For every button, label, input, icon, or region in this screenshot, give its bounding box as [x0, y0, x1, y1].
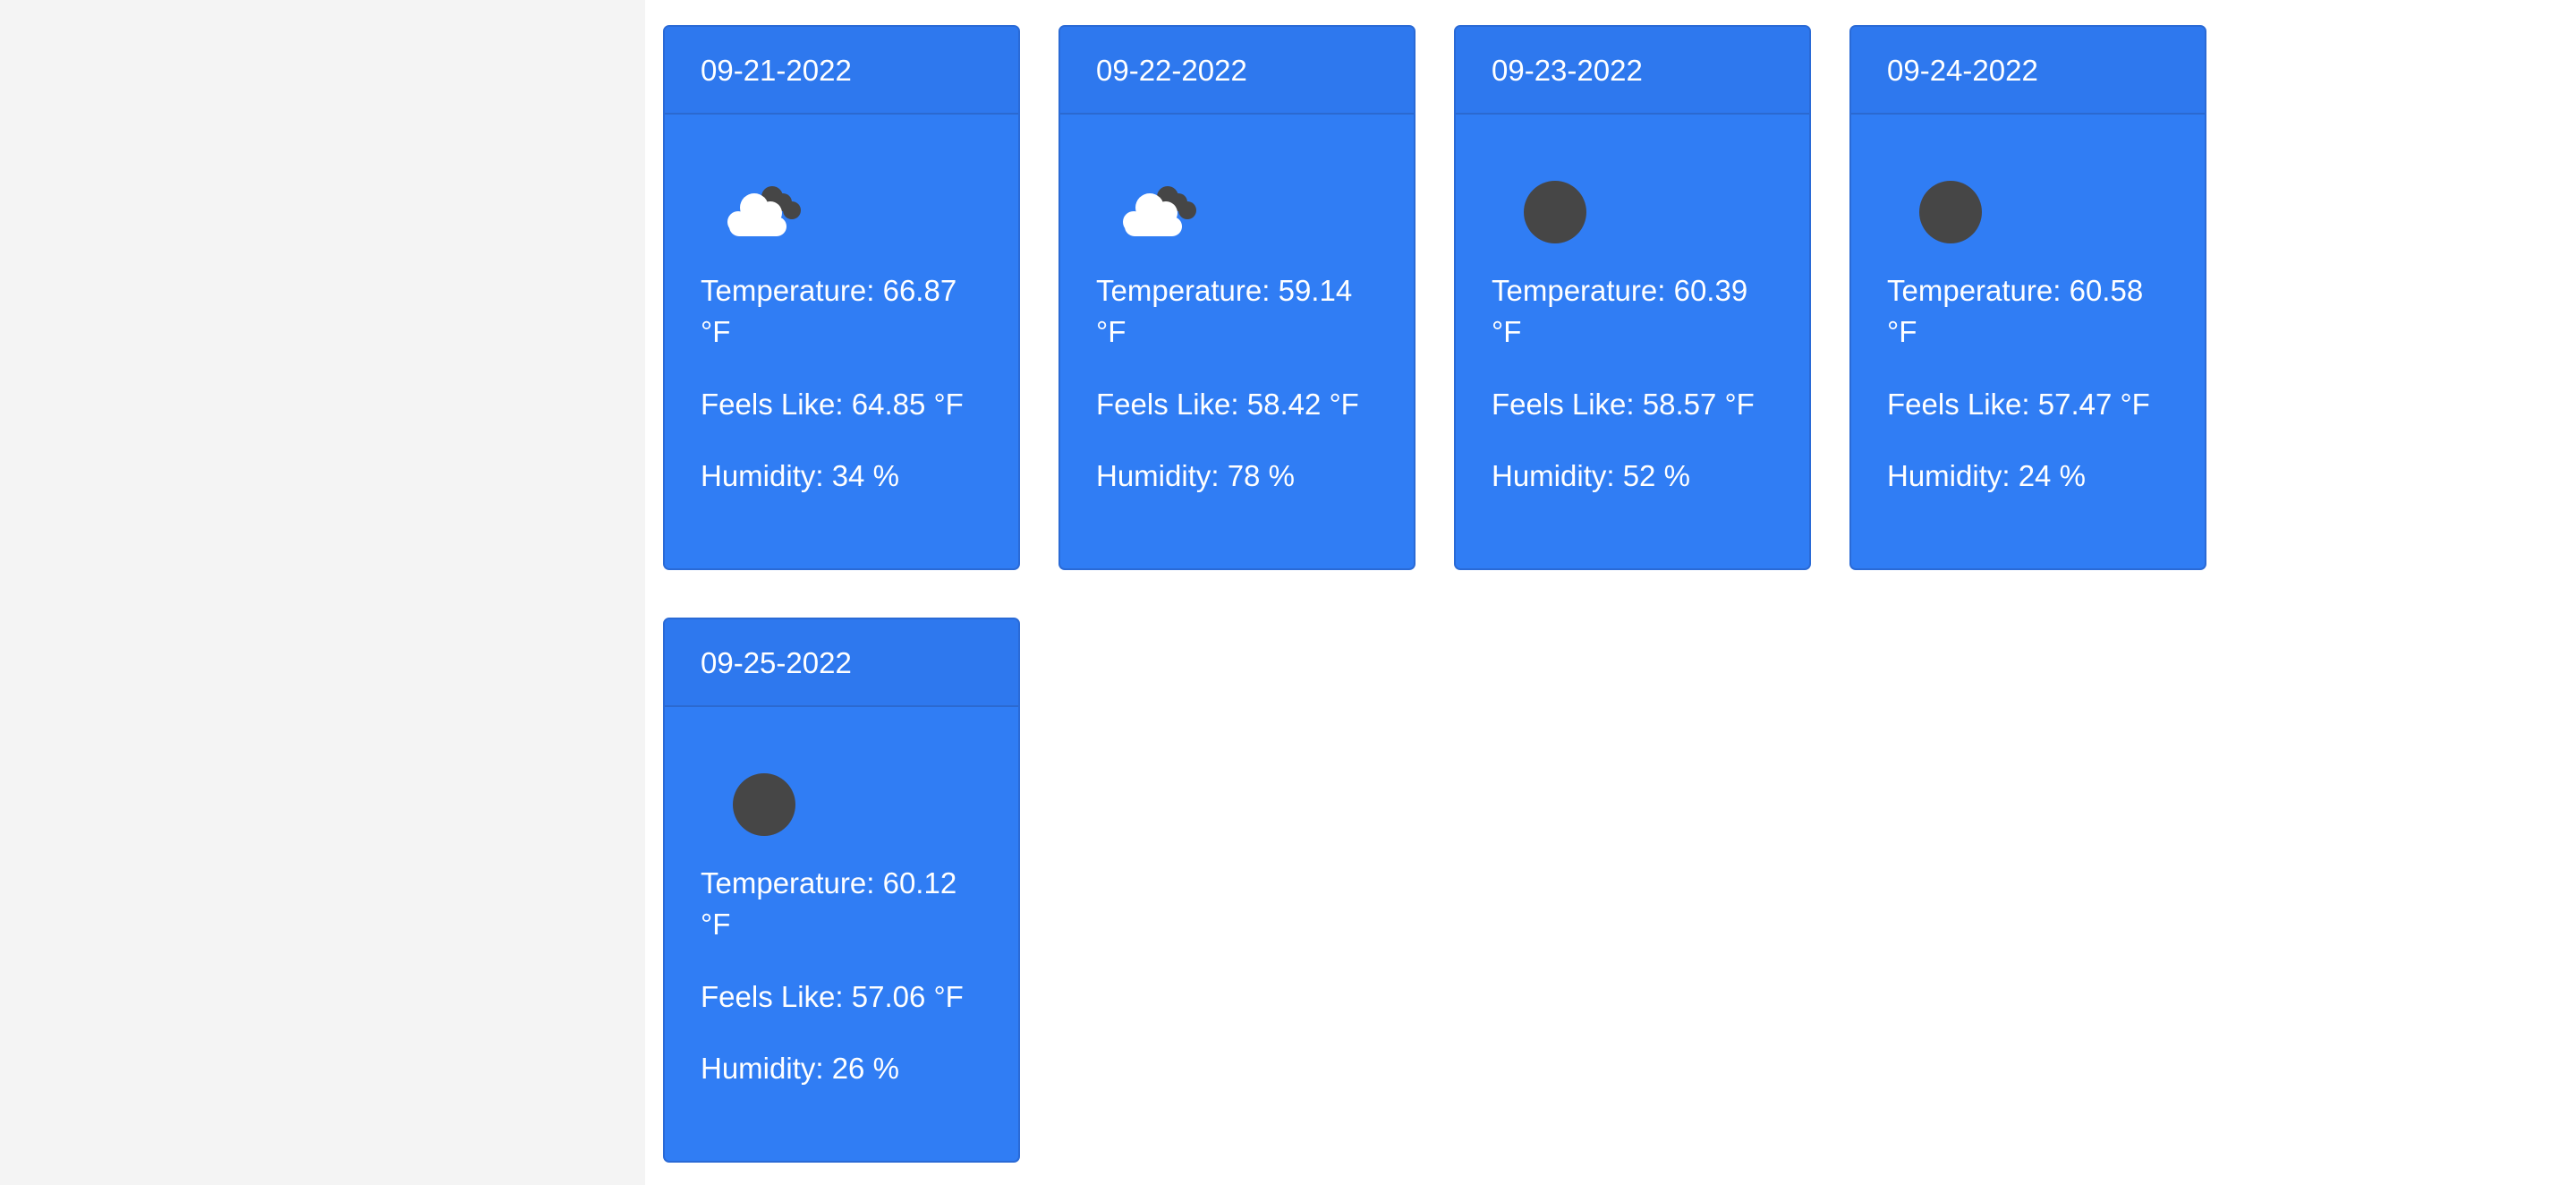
cloud-icon — [1123, 186, 1196, 236]
sidebar-panel — [0, 0, 645, 1185]
feels-like-text: Feels Like: 58.42 °F — [1096, 388, 1359, 421]
card-date: 09-25-2022 — [665, 619, 1018, 707]
feels-like-text: Feels Like: 57.06 °F — [701, 980, 964, 1013]
card-date: 09-23-2022 — [1456, 27, 1809, 115]
temperature-text: Temperature: 66.87 °F — [701, 274, 957, 348]
forecast-card: 09-24-2022 Temperature: 60.58 °F Feels L… — [1849, 25, 2206, 570]
temperature-text: Temperature: 59.14 °F — [1096, 274, 1353, 348]
temperature-text: Temperature: 60.58 °F — [1887, 274, 2144, 348]
feels-like-text: Feels Like: 57.47 °F — [1887, 388, 2150, 421]
forecast-card: 09-21-2022 Temperature: 66.87 °F Feels L… — [663, 25, 1020, 570]
feels-like-text: Feels Like: 58.57 °F — [1492, 388, 1755, 421]
cloud-icon — [727, 186, 801, 236]
humidity-text: Humidity: 52 % — [1492, 459, 1690, 492]
forecast-card: 09-25-2022 Temperature: 60.12 °F Feels L… — [663, 618, 1020, 1163]
temperature-text: Temperature: 60.12 °F — [701, 866, 957, 941]
humidity-text: Humidity: 78 % — [1096, 459, 1295, 492]
weather-icon-wrap — [701, 707, 982, 836]
humidity-text: Humidity: 24 % — [1887, 459, 2086, 492]
card-date: 09-22-2022 — [1060, 27, 1414, 115]
humidity-text: Humidity: 26 % — [701, 1052, 899, 1085]
weather-icon-wrap — [1492, 115, 1773, 243]
forecast-card: 09-22-2022 Temperature: 59.14 °F Feels L… — [1058, 25, 1416, 570]
feels-like-text: Feels Like: 64.85 °F — [701, 388, 964, 421]
forecast-card: 09-23-2022 Temperature: 60.39 °F Feels L… — [1454, 25, 1811, 570]
card-date: 09-21-2022 — [665, 27, 1018, 115]
weather-icon-wrap — [1887, 115, 2169, 243]
humidity-text: Humidity: 34 % — [701, 459, 899, 492]
weather-icon-wrap — [701, 115, 982, 236]
sun-icon — [733, 773, 795, 836]
weather-icon-wrap — [1096, 115, 1378, 236]
sun-icon — [1524, 181, 1586, 243]
card-date: 09-24-2022 — [1851, 27, 2205, 115]
temperature-text: Temperature: 60.39 °F — [1492, 274, 1748, 348]
sun-icon — [1919, 181, 1982, 243]
